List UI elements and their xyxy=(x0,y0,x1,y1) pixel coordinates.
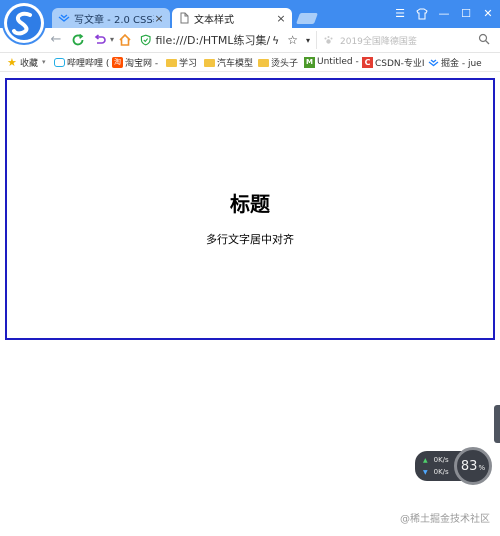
upload-speed: ▲ 0K/s xyxy=(423,456,449,464)
lightning-icon[interactable]: ϟ xyxy=(272,34,279,47)
star-icon: ★ xyxy=(7,55,17,69)
search-box[interactable]: 2019全国降德国鉴 xyxy=(316,31,494,49)
juejin-tab-icon xyxy=(58,14,70,22)
bookmark-label: 淘宝网 - xyxy=(125,58,159,69)
bookmark-bilibili[interactable]: 哔哩哔哩 ( xyxy=(54,55,109,69)
home-icon[interactable] xyxy=(117,32,133,48)
bookmark-label: 掘金 - jue xyxy=(441,58,482,69)
chevron-down-icon: ▾ xyxy=(42,58,46,66)
upload-arrow-icon: ▲ xyxy=(423,456,428,464)
bookmark-label: 哔哩哔哩 ( xyxy=(67,58,110,69)
gauge-unit: % xyxy=(478,463,486,472)
back-icon[interactable]: ← xyxy=(48,32,64,48)
bookmark-csdn[interactable]: C CSDN-专业I xyxy=(362,55,425,69)
bookmark-label: 收藏 xyxy=(20,58,39,69)
folder-icon xyxy=(258,58,269,67)
tab-write-article[interactable]: 写文章 - 2.0 CSS基础之 × xyxy=(52,8,170,28)
bookmark-folder-study[interactable]: 学习 xyxy=(166,55,197,69)
taobao-icon: 淘 xyxy=(112,56,123,68)
search-placeholder: 2019全国降德国鉴 xyxy=(340,36,417,47)
bookmark-label: CSDN-专业I xyxy=(375,58,425,69)
menu-icon[interactable]: ☰ xyxy=(392,6,408,22)
document-icon xyxy=(180,12,189,24)
tab-close-icon[interactable]: × xyxy=(276,12,286,25)
tab-label: 写文章 - 2.0 CSS基础之 xyxy=(74,14,154,26)
address-dropdown-icon[interactable]: ▾ xyxy=(306,36,310,45)
skin-icon[interactable] xyxy=(414,6,430,22)
juejin-icon xyxy=(428,58,439,66)
bookmark-label: 学习 xyxy=(179,58,198,69)
watermark: @稀土掘金技术社区 xyxy=(400,514,490,525)
bookmark-label: Untitled - xyxy=(317,57,359,67)
bookmark-folder-car-models[interactable]: 汽车模型 xyxy=(204,55,253,69)
bookmark-untitled[interactable]: M Untitled - xyxy=(304,55,359,69)
folder-icon xyxy=(166,58,177,67)
minimize-icon[interactable]: — xyxy=(436,6,452,22)
upload-speed-value: 0K/s xyxy=(433,456,449,464)
bookmark-star-icon[interactable]: ☆ xyxy=(287,33,298,47)
csdn-icon: C xyxy=(362,56,373,68)
bookmark-favorites[interactable]: ★ 收藏 ▾ xyxy=(7,55,46,69)
address-text: file:///D:/HTML练习集/ xyxy=(155,34,270,47)
download-arrow-icon: ▼ xyxy=(423,468,428,476)
content-box: 标题 多行文字居中对齐 xyxy=(5,78,495,340)
browser-logo-icon[interactable] xyxy=(4,3,44,43)
close-window-icon[interactable]: ✕ xyxy=(480,6,496,22)
centered-text: 多行文字居中对齐 xyxy=(206,233,294,246)
tab-text-style[interactable]: 文本样式 × xyxy=(172,8,292,28)
bookmark-juejin[interactable]: 掘金 - jue xyxy=(428,55,482,69)
browser-titlebar: 写文章 - 2.0 CSS基础之 × 文本样式 × ☰ — ☐ ✕ xyxy=(0,0,500,43)
bookmark-label: 汽车模型 xyxy=(217,58,254,69)
maximize-icon[interactable]: ☐ xyxy=(458,6,474,22)
bookmark-folder-perm[interactable]: 烫头子 xyxy=(258,55,298,69)
gauge-value: 83 xyxy=(460,458,478,474)
security-shield-icon xyxy=(140,34,151,46)
download-speed-value: 0K/s xyxy=(433,468,449,476)
new-tab-button[interactable] xyxy=(295,13,319,24)
bilibili-icon xyxy=(54,57,65,67)
m-icon: M xyxy=(304,56,315,68)
bookmarks-bar: ★ 收藏 ▾ 哔哩哔哩 ( 淘 淘宝网 - 学习 汽车模型 烫头子 M Unti… xyxy=(0,53,500,72)
download-speed: ▼ 0K/s xyxy=(423,468,449,476)
reload-icon[interactable] xyxy=(70,32,86,48)
folder-icon xyxy=(204,58,215,67)
tab-close-icon[interactable]: × xyxy=(154,12,164,25)
page-heading: 标题 xyxy=(230,192,270,216)
side-panel-handle[interactable] xyxy=(494,405,500,443)
paw-search-icon xyxy=(324,35,333,44)
search-icon[interactable] xyxy=(478,33,490,48)
tab-label: 文本样式 xyxy=(194,14,234,26)
bookmark-taobao[interactable]: 淘 淘宝网 - xyxy=(112,55,158,69)
navigation-toolbar: ← ▾ file:///D:/HTML练习集/ ϟ ☆ ▾ 2019全国降德国鉴 xyxy=(0,28,500,53)
memory-usage-gauge[interactable]: 83% xyxy=(454,447,492,485)
address-bar[interactable]: file:///D:/HTML练习集/ ϟ ☆ ▾ xyxy=(140,31,310,49)
bookmark-label: 烫头子 xyxy=(271,58,299,69)
